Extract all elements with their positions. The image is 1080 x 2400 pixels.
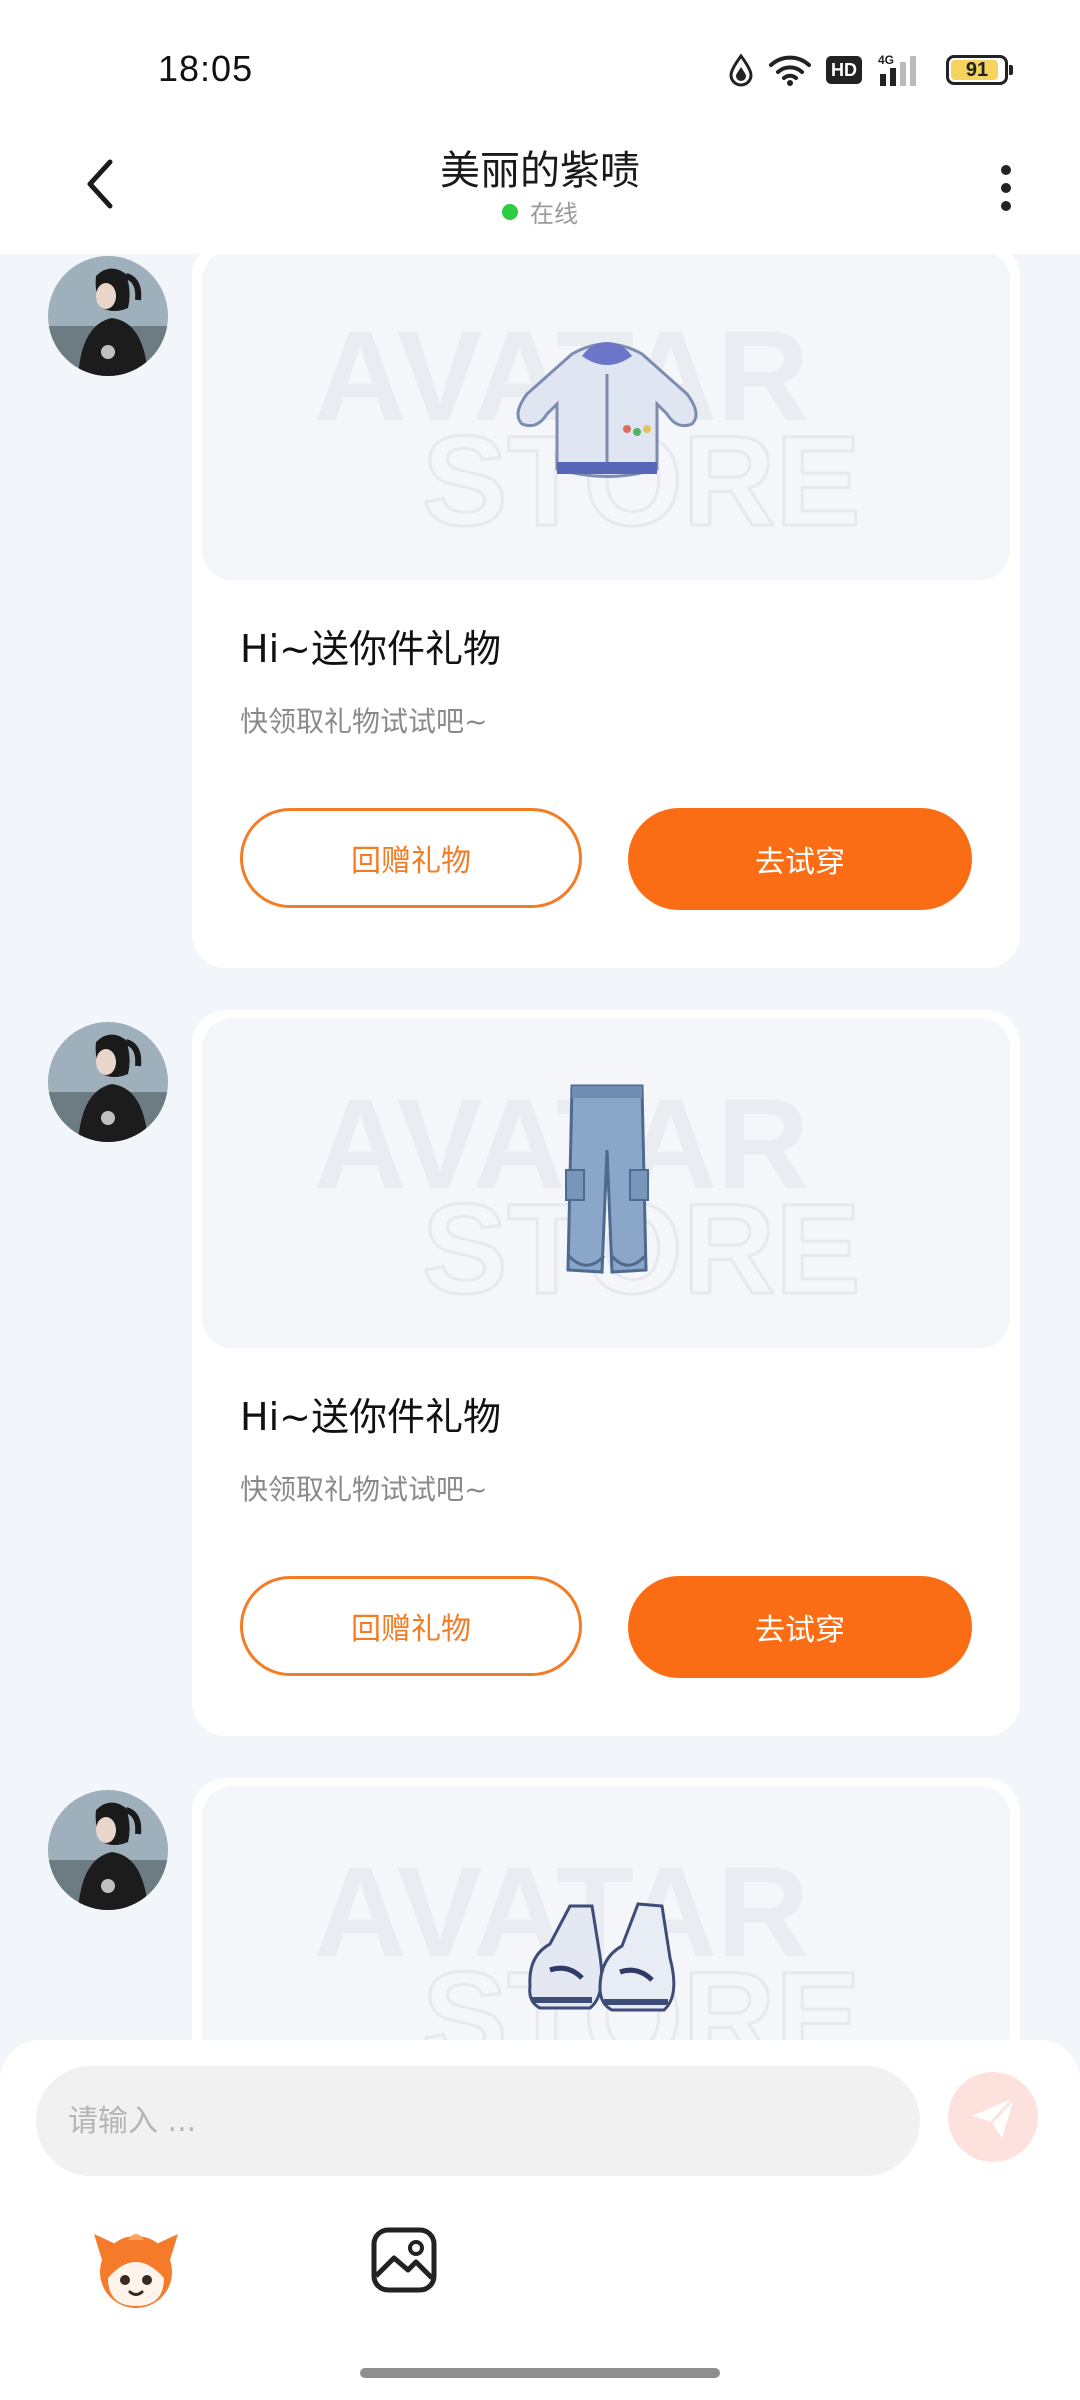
gift-message: AVATAR STORE (0, 1778, 1080, 2040)
try-on-button[interactable]: 去试穿 (628, 1576, 972, 1678)
input-bar (0, 2040, 1080, 2400)
gift-title: Hi~送你件礼物 (240, 627, 501, 671)
chat-header: 美丽的紫啧 在线 (0, 120, 1080, 254)
online-dot (502, 203, 518, 220)
return-gift-button[interactable]: 回赠礼物 (240, 1576, 582, 1676)
chat-area[interactable]: AVATAR STORE Hi~送你件礼物 快领取礼物试试吧~ 回赠礼物 去试穿 (0, 254, 1080, 2040)
more-button[interactable] (976, 148, 1036, 228)
hd-badge: HD (826, 56, 862, 84)
mascot-button[interactable] (88, 2220, 184, 2316)
network-type-text: 4G (878, 53, 894, 67)
sneakers-icon (528, 1902, 676, 2012)
online-status: 在线 (0, 194, 1080, 229)
status-time: 18:05 (158, 48, 254, 89)
jeans-icon (565, 1084, 649, 1274)
online-status-text: 在线 (530, 200, 578, 228)
hoodie-icon (516, 342, 698, 478)
mascot-icon (94, 2234, 178, 2308)
avatar[interactable] (48, 1022, 168, 1142)
send-button[interactable] (948, 2072, 1038, 2162)
battery-level: 91 (965, 58, 989, 81)
gift-image-area[interactable]: AVATAR STORE (202, 254, 1010, 580)
avatar-photo (48, 1022, 168, 1142)
battery-cap (1009, 65, 1013, 75)
send-icon (972, 2096, 1016, 2138)
home-indicator[interactable] (360, 2368, 720, 2378)
data-saver-icon (729, 53, 753, 87)
gift-subtitle: 快领取礼物试试吧~ (240, 1473, 488, 1506)
avatar-photo (48, 256, 168, 376)
image-icon (371, 2227, 437, 2293)
status-icons: HD 4G 91 (728, 50, 1013, 90)
avatar[interactable] (48, 256, 168, 376)
image-picker-button[interactable] (368, 2224, 440, 2296)
gift-subtitle: 快领取礼物试试吧~ (240, 705, 488, 738)
message-input[interactable] (36, 2066, 920, 2176)
gift-card[interactable]: AVATAR STORE (192, 1778, 1020, 2040)
more-vertical-icon (1001, 165, 1011, 211)
gift-card[interactable]: AVATAR STORE Hi~送你件礼物 快领取礼物试试吧~ 回赠礼物 去试穿 (192, 254, 1020, 968)
gift-message: AVATAR STORE Hi~送你件礼物 快领取礼物试试吧~ 回赠礼物 去试穿 (0, 1010, 1080, 1742)
avatar-photo (48, 1790, 168, 1910)
gift-card[interactable]: AVATAR STORE Hi~送你件礼物 快领取礼物试试吧~ 回赠礼物 去试穿 (192, 1010, 1020, 1736)
gift-image-area[interactable]: AVATAR STORE (202, 1786, 1010, 2040)
wifi-icon (769, 55, 811, 86)
gift-title: Hi~送你件礼物 (240, 1395, 501, 1439)
battery-icon: 91 (946, 55, 1013, 85)
return-gift-button[interactable]: 回赠礼物 (240, 808, 582, 908)
signal-icon: 4G (878, 53, 916, 86)
gift-image-area[interactable]: AVATAR STORE (202, 1018, 1010, 1348)
avatar[interactable] (48, 1790, 168, 1910)
status-bar: 18:05 HD 4G 91 (0, 0, 1080, 140)
gift-message: AVATAR STORE Hi~送你件礼物 快领取礼物试试吧~ 回赠礼物 去试穿 (0, 254, 1080, 974)
try-on-button[interactable]: 去试穿 (628, 808, 972, 910)
chat-title: 美丽的紫啧 (440, 148, 640, 194)
